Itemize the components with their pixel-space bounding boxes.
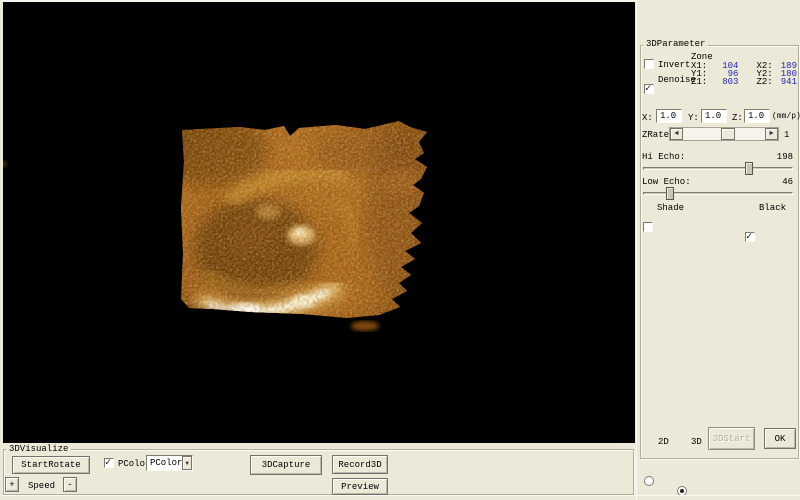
hi-echo-slider-track[interactable] [643,167,793,170]
start-rotate-button[interactable]: StartRotate [12,456,90,474]
low-echo-label: Low Echo: [642,177,691,187]
scale-y-label: Y: [688,113,699,123]
shade-checkbox[interactable] [643,222,653,232]
record3d-button[interactable]: Record3D [332,455,388,474]
scale-x-input[interactable]: 1.0 [656,109,682,123]
zrate-label: ZRate [642,130,669,140]
window-bottom-edge [0,495,800,496]
zrate-thumb[interactable] [721,128,735,140]
zone-z1-value: 803 [709,78,739,86]
parameter-group-title: 3DParameter [643,39,708,49]
zrate-right-arrow[interactable]: ► [765,128,778,140]
zone-row-z: Z1: 803 Z2: 941 [691,78,797,86]
pcolor-dropdown[interactable]: PColor ▼ [146,455,193,471]
zrate-left-arrow[interactable]: ◄ [670,128,683,140]
scale-z-input[interactable]: 1.0 [744,109,770,123]
zrate-value: 1 [784,130,789,140]
pcolor-dropdown-value: PColor [147,456,182,470]
preview-button[interactable]: Preview [332,478,388,495]
capture3d-button[interactable]: 3DCapture [250,455,322,475]
low-echo-value: 46 [751,177,793,187]
zrate-scrollbar[interactable]: ◄ ► [669,127,779,141]
render-viewport[interactable] [3,2,635,443]
hi-echo-label: Hi Echo: [642,152,685,162]
mode-3d-label: 3D [691,437,702,447]
zone-table: X1: 104 X2: 189 Y1: 96 Y2: 180 Z1: 803 Z… [691,62,797,86]
app-window: 3DParameter Invert Denoise Zone X1: 104 … [0,0,800,500]
scale-y-input[interactable]: 1.0 [701,109,727,123]
speed-minus-button[interactable]: - [63,477,77,492]
visualize-group-title: 3DVisualize [6,444,71,454]
invert-label: Invert [658,60,690,70]
mode-2d-radio[interactable] [644,476,654,486]
visualize-panel: 3DVisualize StartRotate + Speed - PColor… [0,443,636,500]
parameter-panel: 3DParameter Invert Denoise Zone X1: 104 … [636,0,800,500]
invert-checkbox[interactable] [644,59,654,69]
scale-z-label: Z: [732,113,743,123]
pcolor-checkbox[interactable] [104,458,114,468]
black-label: Black [759,203,786,213]
ok-button[interactable]: OK [764,428,796,449]
scale-x-label: X: [642,113,653,123]
speed-label: Speed [28,481,55,491]
low-echo-slider-thumb[interactable] [666,187,674,200]
zone-z2-value: 941 [774,78,797,86]
zone-z1-label: Z1: [691,78,709,86]
mode-2d-label: 2D [658,437,669,447]
black-checkbox[interactable] [745,232,755,242]
ultrasound-render [3,2,635,443]
scale-unit-label: (mm/p) [772,112,800,122]
shade-label: Shade [657,203,684,213]
dropdown-arrow-icon[interactable]: ▼ [182,456,192,470]
zrate-track[interactable] [683,128,765,140]
hi-echo-slider-thumb[interactable] [745,162,753,175]
denoise-checkbox[interactable] [644,84,654,94]
hi-echo-value: 198 [751,152,793,162]
zone-z2-label: Z2: [756,78,774,86]
parameter-groupbox [640,45,799,459]
speed-plus-button[interactable]: + [5,477,19,492]
start3d-button[interactable]: 3DStart [708,427,755,450]
